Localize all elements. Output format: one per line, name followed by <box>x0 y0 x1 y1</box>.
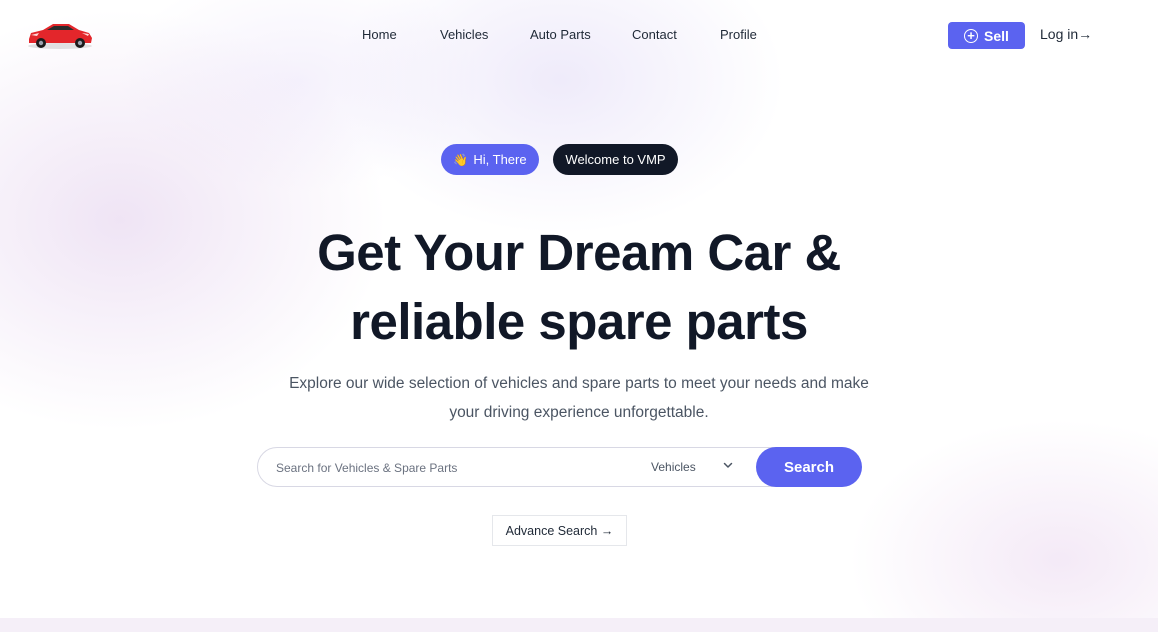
category-select-value: Vehicles <box>651 460 696 474</box>
hero-subtitle-line-2: your driving experience unforgettable. <box>449 404 709 421</box>
hero-section: 👋 Hi, There Welcome to VMP Get Your Drea… <box>0 0 1158 632</box>
greeting-label: Hi, There <box>473 152 527 167</box>
hero-title-line-2: reliable spare parts <box>350 293 808 350</box>
greeting-pill: 👋 Hi, There <box>441 144 539 175</box>
search-input[interactable] <box>274 457 638 479</box>
category-select[interactable]: Vehicles <box>651 457 741 477</box>
hero-subtitle: Explore our wide selection of vehicles a… <box>200 369 958 427</box>
hero-title: Get Your Dream Car & reliable spare part… <box>200 218 958 356</box>
advance-search-button[interactable]: Advance Search → <box>492 515 627 546</box>
welcome-label: Welcome to VMP <box>565 152 666 167</box>
hero-title-line-1: Get Your Dream Car & <box>317 224 841 281</box>
waving-hand-icon: 👋 <box>453 152 469 167</box>
hero-subtitle-line-1: Explore our wide selection of vehicles a… <box>289 375 869 392</box>
chevron-down-icon <box>723 459 733 469</box>
search-button[interactable]: Search <box>756 447 862 487</box>
welcome-pill: Welcome to VMP <box>553 144 678 175</box>
